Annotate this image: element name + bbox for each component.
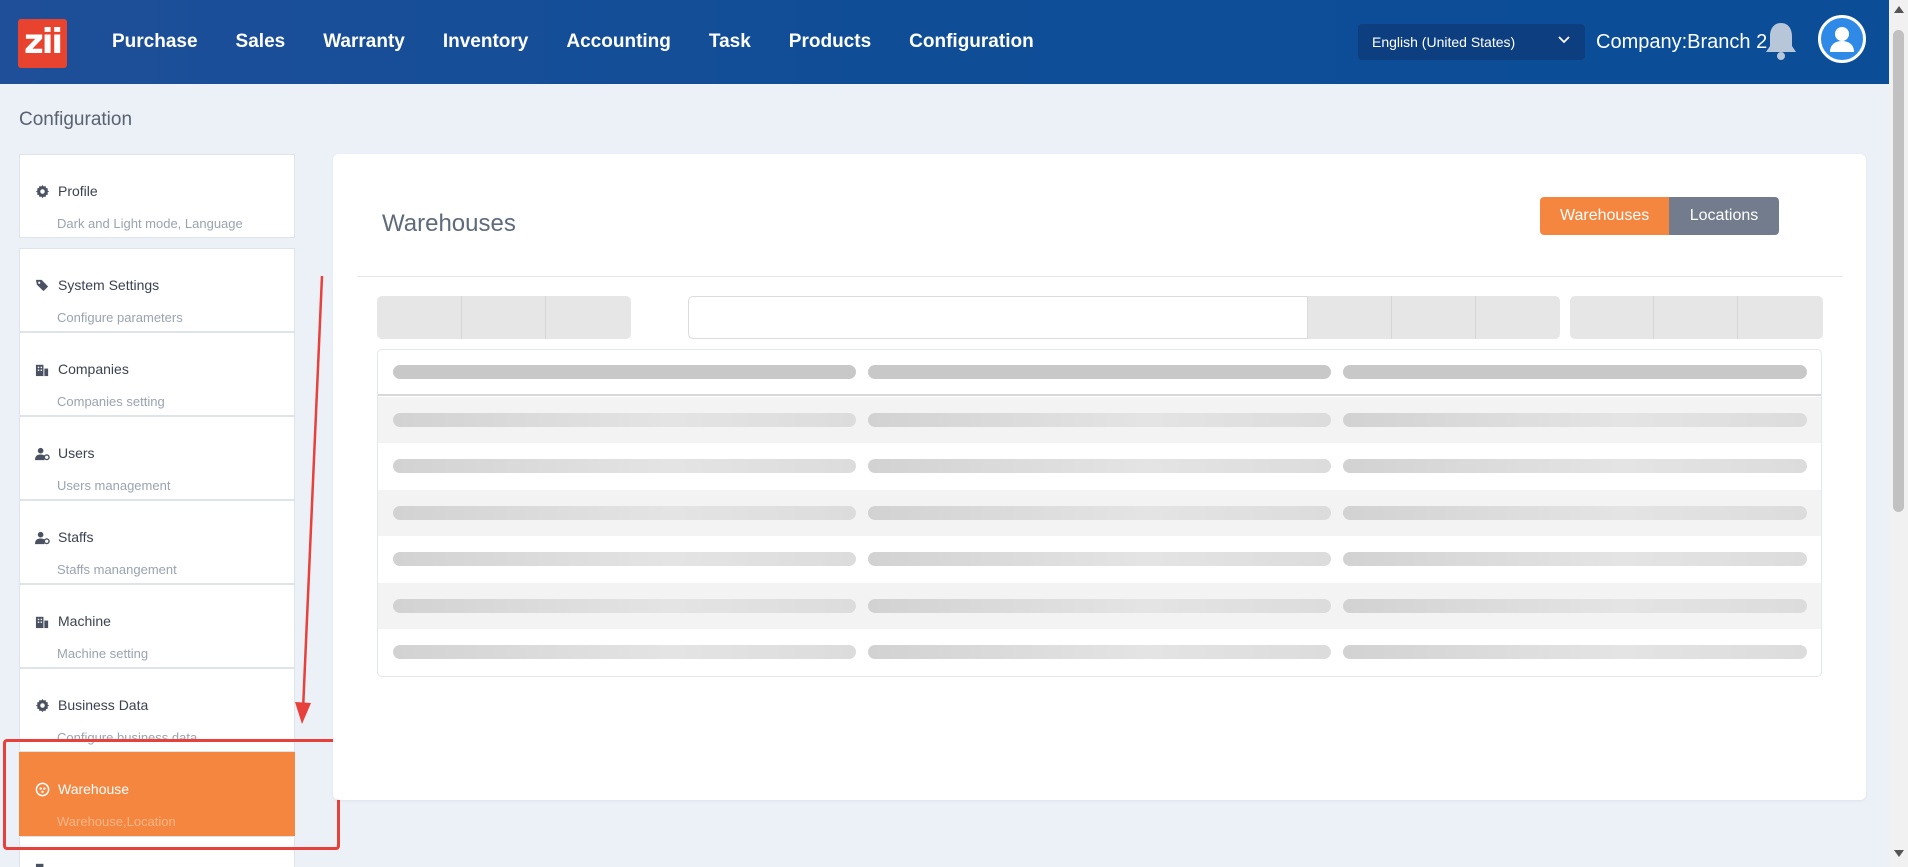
- building-icon: [35, 863, 44, 867]
- sidebar-item-sub: Configure parameters: [57, 310, 183, 325]
- language-value: English (United States): [1372, 34, 1516, 50]
- nav-sales[interactable]: Sales: [236, 31, 286, 53]
- building-icon: [35, 616, 49, 628]
- nav-configuration[interactable]: Configuration: [909, 31, 1034, 53]
- skeleton-button-group: [1308, 296, 1560, 339]
- main-nav: Purchase Sales Warranty Inventory Accoun…: [112, 0, 1072, 84]
- user-gear-icon: [35, 531, 50, 544]
- scroll-up-arrow[interactable]: [1894, 6, 1904, 13]
- warehouses-panel: Warehouses Warehouses Locations: [333, 154, 1866, 800]
- user-avatar[interactable]: [1818, 15, 1866, 63]
- gear-icon: [35, 698, 50, 712]
- sidebar-item-label: System Settings: [58, 277, 160, 293]
- sidebar-item-sub: Companies setting: [57, 394, 165, 409]
- sidebar-item-label: Business Data: [58, 697, 149, 713]
- table-row: [378, 490, 1821, 536]
- skeleton-table: [377, 349, 1822, 677]
- sidebar-item-label: Profile: [58, 183, 98, 199]
- annotation-highlight-box: [3, 739, 340, 850]
- view-toggle: Warehouses Locations: [1540, 197, 1779, 235]
- sidebar-item-companies[interactable]: Companies Companies setting: [19, 332, 295, 416]
- sidebar-item-users[interactable]: Users Users management: [19, 416, 295, 500]
- sidebar-item-sub: Users management: [57, 478, 171, 493]
- panel-title: Warehouses: [382, 210, 516, 237]
- sidebar-item-machine[interactable]: Machine Machine setting: [19, 584, 295, 668]
- scroll-thumb[interactable]: [1893, 30, 1904, 512]
- user-icon: [1830, 27, 1854, 52]
- table-row: [378, 583, 1821, 629]
- sidebar-item-profile[interactable]: Profile Dark and Light mode, Language: [19, 154, 295, 238]
- page-title: Configuration: [19, 109, 133, 130]
- app-logo[interactable]: zii: [18, 19, 67, 68]
- sidebar-item-sub: Dark and Light mode, Language: [57, 216, 243, 231]
- sidebar-item-sub: Machine setting: [57, 646, 149, 661]
- tags-icon: [35, 279, 49, 291]
- table-row: [378, 536, 1821, 582]
- sidebar-item-label: Staffs: [58, 529, 94, 545]
- nav-accounting[interactable]: Accounting: [566, 31, 671, 53]
- skeleton-button-group: [1570, 296, 1823, 339]
- sidebar-item-staffs[interactable]: Staffs Staffs manangement: [19, 500, 295, 584]
- gear-icon: [35, 184, 50, 198]
- nav-inventory[interactable]: Inventory: [443, 31, 529, 53]
- warehouses-tab-button[interactable]: Warehouses: [1540, 197, 1669, 235]
- company-label[interactable]: Company:Branch 2: [1596, 31, 1767, 54]
- page-scrollbar[interactable]: [1889, 0, 1908, 867]
- search-input-placeholder[interactable]: [688, 296, 1308, 339]
- table-header: [378, 350, 1821, 396]
- nav-products[interactable]: Products: [789, 31, 871, 53]
- nav-purchase[interactable]: Purchase: [112, 31, 198, 53]
- annotation-arrow: [295, 275, 324, 724]
- building-icon: [35, 364, 49, 376]
- table-row: [378, 397, 1821, 443]
- top-navbar: zii Purchase Sales Warranty Inventory Ac…: [0, 0, 1889, 84]
- nav-task[interactable]: Task: [709, 31, 751, 53]
- chevron-down-icon: [1558, 36, 1570, 44]
- bell-icon[interactable]: [1762, 20, 1800, 62]
- sidebar-item-sub: Staffs manangement: [57, 562, 177, 577]
- scroll-down-arrow[interactable]: [1894, 850, 1904, 857]
- nav-warranty[interactable]: Warranty: [323, 31, 405, 53]
- sidebar-item-label: Companies: [58, 361, 129, 377]
- skeleton-button-group: [377, 296, 631, 339]
- user-gear-icon: [35, 447, 50, 460]
- sidebar-item-label: Users: [58, 445, 95, 461]
- language-select[interactable]: English (United States): [1358, 24, 1585, 60]
- panel-divider: [357, 276, 1843, 277]
- table-row: [378, 629, 1821, 675]
- locations-tab-button[interactable]: Locations: [1669, 197, 1779, 235]
- sidebar-item-label: Machine: [58, 613, 111, 629]
- sidebar-item-system-settings[interactable]: System Settings Configure parameters: [19, 248, 295, 332]
- table-row: [378, 443, 1821, 489]
